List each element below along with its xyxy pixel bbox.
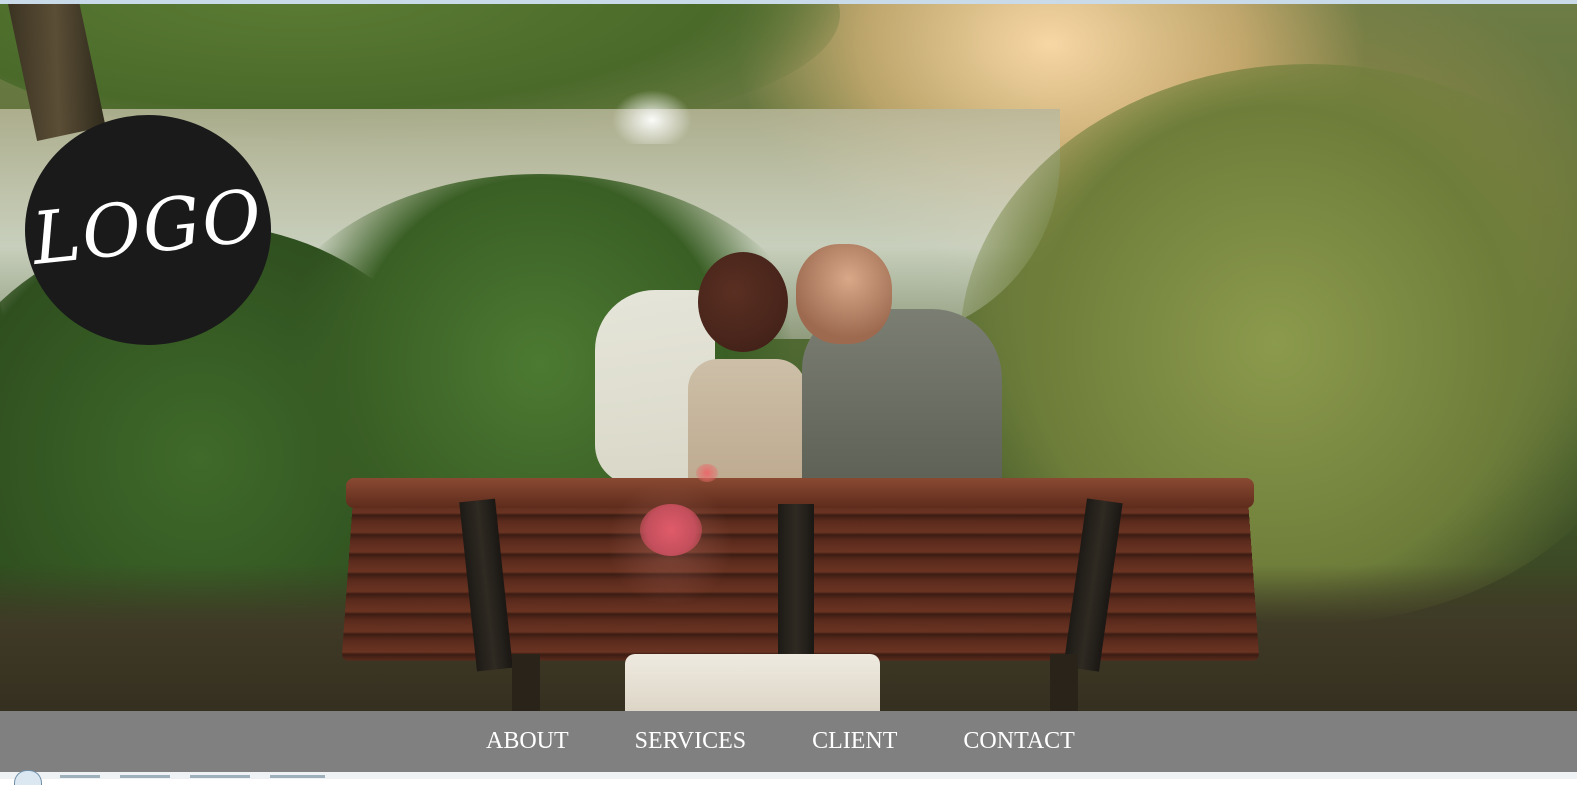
lens-flare — [696, 464, 718, 482]
nav-item-client[interactable]: CLIENT — [812, 727, 897, 755]
nav-item-contact[interactable]: CONTACT — [963, 727, 1074, 755]
hero-image — [0, 4, 1577, 711]
nav-item-about[interactable]: ABOUT — [486, 727, 569, 755]
logo[interactable]: LOGO — [25, 115, 271, 345]
bride-head — [698, 252, 788, 352]
nav-bar: ABOUT SERVICES CLIENT CONTACT — [0, 711, 1577, 772]
nav-item-services[interactable]: SERVICES — [635, 727, 746, 755]
bench-leg — [512, 654, 540, 711]
bench-leg — [1050, 654, 1078, 711]
bottom-bar-segment — [190, 775, 250, 778]
logo-text: LOGO — [28, 173, 268, 281]
bottom-bar-segment — [120, 775, 170, 778]
nav-list: ABOUT SERVICES CLIENT CONTACT — [486, 727, 1075, 755]
lens-flare — [640, 504, 702, 556]
bottom-bar-segment — [60, 775, 100, 778]
groom-head — [796, 244, 892, 344]
bench-post — [778, 504, 814, 669]
fountain — [612, 86, 692, 144]
dress-train — [625, 654, 880, 711]
bottom-bar-segment — [270, 775, 325, 778]
